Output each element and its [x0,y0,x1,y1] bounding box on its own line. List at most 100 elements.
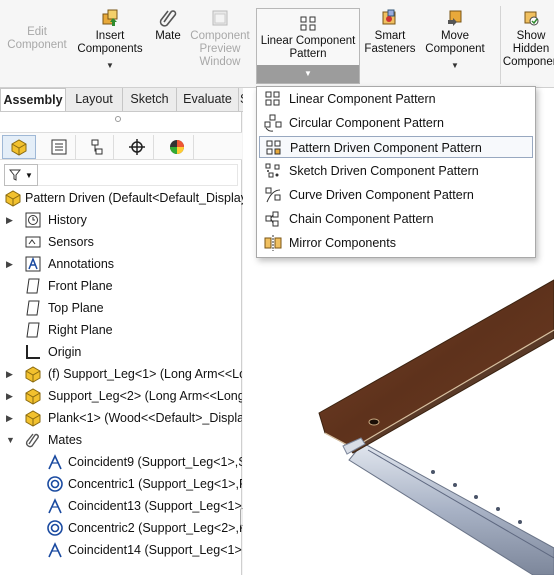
tree-item-plank-1[interactable]: ▶ Plank<1> (Wood<<Default>_Displa [6,408,242,428]
panel-grip[interactable] [115,116,121,122]
chevron-down-icon[interactable]: ▼ [257,65,359,83]
curve-driven-icon [265,187,281,203]
concentric-icon [47,476,63,492]
insert-components-button[interactable]: Insert Components ▼ [74,8,146,72]
coincident-icon [48,542,62,558]
linear-pattern-icon [300,16,316,31]
expand-arrow-icon[interactable]: ▶ [6,386,16,406]
menu-item-pattern-driven-component-pattern[interactable]: Pattern Driven Component Pattern [259,136,533,158]
tree-item-history[interactable]: ▶ History [6,210,242,230]
plane-icon [26,322,40,338]
tab-layout[interactable]: Layout [66,88,123,111]
expand-arrow-icon[interactable]: ▶ [6,210,16,230]
show-hidden-icon [524,11,539,26]
linear-component-pattern-button[interactable]: Linear Component Pattern ▼ [256,8,360,84]
assembly-icon [5,190,21,207]
tab-evaluate[interactable]: Evaluate [177,88,239,111]
menu-item-mirror-components[interactable]: Mirror Components [259,232,533,254]
tree-item-top-plane[interactable]: Top Plane [6,298,242,318]
preview-window-icon [212,10,228,26]
move-component-icon [448,10,462,26]
menu-item-label: Curve Driven Component Pattern [289,188,474,202]
configuration-manager-tab[interactable] [80,135,114,159]
mate-item-coincident9[interactable]: Coincident9 (Support_Leg<1>,S [44,452,242,472]
tree-item-sensors[interactable]: Sensors [6,232,242,252]
plane-icon [26,300,40,316]
tree-item-label: Sensors [48,235,94,249]
crosshair-icon [128,139,145,155]
menu-item-linear-component-pattern[interactable]: Linear Component Pattern [259,88,533,110]
command-manager-ribbon: Edit Component Insert Components ▼ Mate … [0,0,554,88]
feature-tree-tab[interactable] [2,135,36,159]
property-manager-tab[interactable] [42,135,76,159]
coincident-icon [48,454,62,470]
insert-components-icon [102,9,118,26]
tab-sketch[interactable]: Sketch [123,88,177,111]
mate-label: Mate [155,30,181,42]
pattern-dropdown-menu: Linear Component Pattern Circular Compon… [256,86,536,258]
part-icon [25,366,41,383]
menu-item-label: Chain Component Pattern [289,212,434,226]
expand-arrow-icon[interactable]: ▶ [6,364,16,384]
mate-item-coincident14[interactable]: Coincident14 (Support_Leg<1>, [44,540,242,560]
mate-item-concentric1[interactable]: Concentric1 (Support_Leg<1>,P [44,474,242,494]
tree-item-support-leg-1[interactable]: ▶ (f) Support_Leg<1> (Long Arm<<Lo [6,364,242,384]
annotations-icon [25,256,41,272]
tree-item-front-plane[interactable]: Front Plane [6,276,242,296]
tree-root-label: Pattern Driven (Default<Default_Display [25,191,247,205]
tree-item-label: Top Plane [48,301,104,315]
mirror-components-icon [264,235,282,251]
edit-component-button[interactable]: Edit Component [4,26,70,52]
tree-item-annotations[interactable]: ▶ Annotations [6,254,242,274]
move-component-label: Move Component [425,30,485,55]
menu-item-sketch-driven-component-pattern[interactable]: Sketch Driven Component Pattern [259,160,533,182]
filter-icon [9,169,22,181]
chain-pattern-icon [265,211,279,227]
tree-item-label: (f) Support_Leg<1> (Long Arm<<Lo [48,367,242,381]
smart-fasteners-label: Smart Fasteners [364,30,416,55]
tree-item-support-leg-2[interactable]: ▶ Support_Leg<2> (Long Arm<<Long [6,386,242,406]
edit-component-label: Edit Component [7,26,67,51]
dimxpert-tab[interactable] [120,135,154,159]
mate-item-concentric2[interactable]: Concentric2 (Support_Leg<2>,P [44,518,242,538]
tab-assembly[interactable]: Assembly [0,88,66,111]
tree-item-right-plane[interactable]: Right Plane [6,320,242,340]
display-manager-tab[interactable] [160,135,194,159]
chevron-down-icon[interactable]: ▼ [420,59,490,72]
command-manager-tabs: Assembly Layout Sketch Evaluate SO [0,88,260,112]
menu-item-chain-component-pattern[interactable]: Chain Component Pattern [259,208,533,230]
mate-item-label: Concentric1 (Support_Leg<1>,P [68,477,242,491]
menu-item-curve-driven-component-pattern[interactable]: Curve Driven Component Pattern [259,184,533,206]
mate-item-label: Concentric2 (Support_Leg<2>,P [68,521,242,535]
component-preview-window-label: Component Preview Window [190,30,250,68]
menu-item-label: Pattern Driven Component Pattern [290,141,482,155]
collapse-arrow-icon[interactable]: ▼ [6,430,16,450]
tree-item-mates[interactable]: ▼ Mates [6,430,242,450]
mate-item-coincident13[interactable]: Coincident13 (Support_Leg<1>, [44,496,242,516]
expand-arrow-icon[interactable]: ▶ [6,408,16,428]
sketch-driven-icon [265,163,280,178]
part-icon [25,388,41,405]
tree-item-label: Mates [48,433,83,447]
chevron-down-icon: ▼ [25,170,33,180]
menu-item-label: Circular Component Pattern [289,116,444,130]
tree-item-label: Front Plane [48,279,113,293]
tree-item-origin[interactable]: Origin [6,342,242,362]
tree-filter-input[interactable] [38,164,238,186]
component-preview-window-button[interactable]: Component Preview Window [186,8,254,69]
linear-component-pattern-label: Linear Component Pattern [260,35,356,60]
insert-components-label: Insert Components [77,30,143,55]
expand-arrow-icon[interactable]: ▶ [6,254,16,274]
chevron-down-icon[interactable]: ▼ [74,59,146,72]
mate-button[interactable]: Mate [148,8,188,43]
tree-item-label: History [48,213,87,227]
property-manager-icon [51,139,66,155]
move-component-button[interactable]: Move Component ▼ [420,8,490,72]
show-hidden-components-button[interactable]: Show Hidden Componen [496,8,554,69]
smart-fasteners-button[interactable]: Smart Fasteners [362,8,418,56]
tree-filter-button[interactable]: ▼ [4,164,38,186]
pattern-driven-icon [266,140,281,155]
show-hidden-components-label: Show Hidden Componen [502,30,554,68]
tree-item-label: Origin [48,345,82,359]
menu-item-circular-component-pattern[interactable]: Circular Component Pattern [259,112,533,134]
